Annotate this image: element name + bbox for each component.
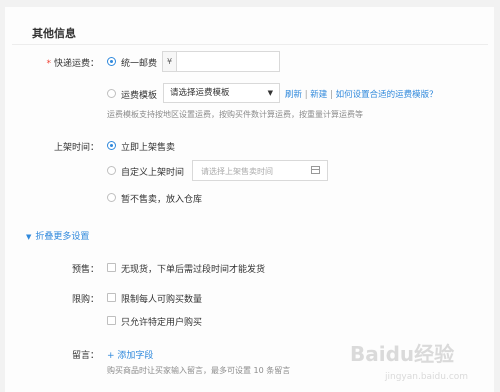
new-template-link[interactable]: 新建 [310, 90, 327, 100]
calendar-icon [311, 166, 320, 174]
listing-label: 上架时间： [53, 143, 99, 153]
limit-per-person-label[interactable]: 限制每人可购买数量 [121, 292, 202, 305]
listing-custom-label[interactable]: 自定义上架时间 [121, 165, 184, 178]
unified-shipping-radio[interactable] [107, 57, 116, 66]
unified-shipping-input[interactable]: ¥ [162, 51, 280, 72]
frame-top [0, 0, 500, 7]
message-label: 留言： [71, 351, 99, 361]
purchase-limit-label: 限购： [71, 295, 99, 305]
refresh-link[interactable]: 刷新 [285, 90, 302, 100]
presale-label: 预售： [71, 265, 99, 275]
specific-users-checkbox[interactable] [107, 316, 116, 325]
shipping-help-link[interactable]: 如何设置合适的运费模版？ [336, 90, 438, 100]
listing-custom-radio[interactable] [107, 166, 116, 175]
shipping-label-text: 快递运费： [53, 59, 99, 69]
listing-warehouse-radio[interactable] [107, 193, 116, 202]
watermark-url: jingyan.baidu.com [385, 372, 469, 382]
shipping-template-select-value: 请选择运费模板 [170, 88, 230, 98]
link-divider-2: | [330, 90, 333, 100]
more-settings-label: 折叠更多设置 [35, 232, 90, 242]
frame-left [0, 0, 5, 392]
unified-shipping-label[interactable]: 统一邮费 [121, 56, 157, 69]
add-field-link[interactable]: + 添加字段 [107, 348, 153, 361]
template-shipping-label[interactable]: 运费模板 [121, 88, 157, 101]
link-divider-1: | [304, 90, 308, 100]
specific-users-label[interactable]: 只允许特定用户购买 [121, 315, 202, 328]
section-divider [12, 44, 488, 45]
listing-now-radio[interactable] [107, 141, 116, 150]
currency-prefix: ¥ [163, 52, 177, 71]
shipping-label: * 快递运费： [9, 56, 99, 69]
template-shipping-radio[interactable] [107, 89, 116, 98]
presale-checkbox[interactable] [107, 263, 116, 272]
required-mark: * [46, 59, 51, 69]
shipping-links: 刷新 | 新建 | 如何设置合适的运费模版？ [285, 88, 438, 100]
shipping-hint: 运费模板支持按地区设置运费，按购买件数计算运费，按重量计算运费等 [107, 110, 363, 119]
message-hint: 购买商品时让买家输入留言，最多可设置 10 条留言 [107, 366, 291, 375]
listing-now-label[interactable]: 立即上架售卖 [121, 140, 175, 153]
listing-time-placeholder: 请选择上架售卖时间 [201, 167, 273, 176]
section-title: 其他信息 [32, 27, 76, 40]
shipping-template-select[interactable]: 请选择运费模板 ▼ [163, 83, 280, 103]
limit-per-person-checkbox[interactable] [107, 293, 116, 302]
presale-option-label[interactable]: 无现货，下单后需过段时间才能发货 [121, 262, 265, 275]
chevron-down-icon: ▼ [267, 89, 273, 97]
more-settings-toggle[interactable]: ▼ 折叠更多设置 [26, 229, 89, 242]
listing-warehouse-label[interactable]: 暂不售卖，放入仓库 [121, 192, 202, 205]
triangle-down-icon: ▼ [26, 233, 32, 241]
listing-time-input[interactable]: 请选择上架售卖时间 [192, 160, 328, 181]
frame-right [494, 0, 500, 392]
watermark-logo: Baidu经验 [350, 342, 455, 366]
